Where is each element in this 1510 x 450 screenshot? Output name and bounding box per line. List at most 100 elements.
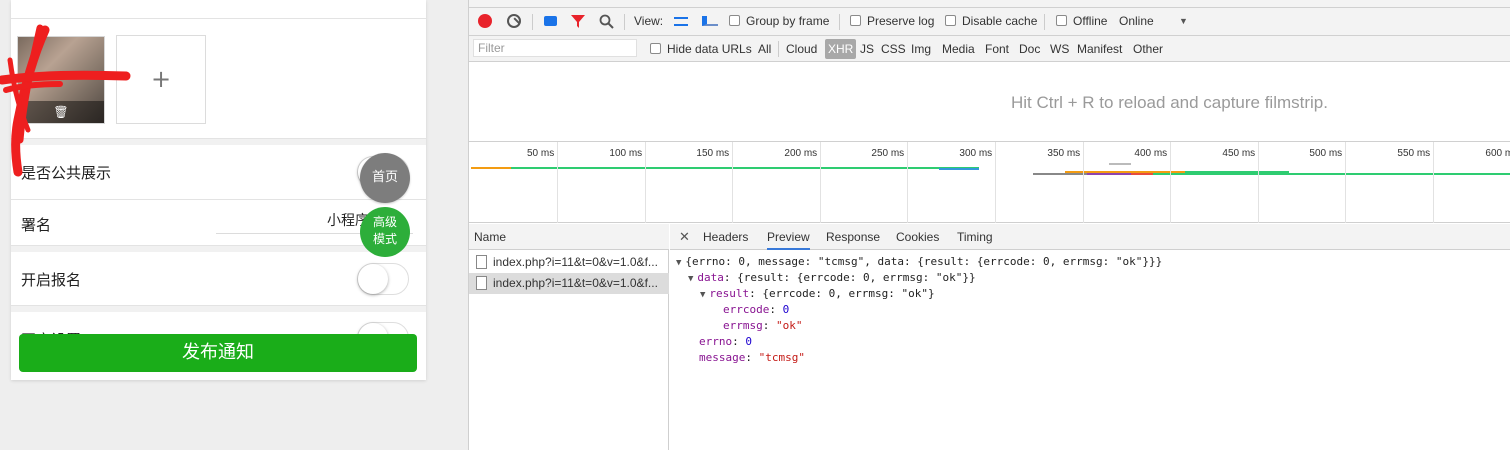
divider: [11, 199, 426, 200]
throttling-dropdown-icon[interactable]: ▼: [1179, 8, 1188, 34]
expand-triangle-icon[interactable]: ▼: [700, 290, 705, 300]
timeline-tick-label: 350 ms: [1047, 148, 1081, 159]
filter-type-other[interactable]: Other: [1133, 39, 1163, 59]
timeline-tick-label: 550 ms: [1397, 148, 1431, 159]
json-value: "tcmsg": [758, 351, 805, 364]
json-errmsg-line: errmsg: "ok": [723, 319, 803, 332]
timeline-bar-stalled: [1033, 173, 1087, 175]
request-name-column: Name index.php?i=11&t=0&v=1.0&f... index…: [469, 224, 669, 450]
filter-icon[interactable]: [571, 15, 585, 28]
filter-type-js[interactable]: JS: [860, 39, 874, 59]
timeline-tick-label: 100 ms: [609, 148, 643, 159]
request-detail-pane: ✕ Headers Preview Response Cookies Timin…: [670, 224, 1510, 450]
timeline-gridline: [1433, 142, 1434, 223]
timeline-gridline: [1258, 142, 1259, 223]
view-label: View:: [634, 14, 664, 28]
timeline-tick-label: 200 ms: [784, 148, 818, 159]
timeline-gridline: [557, 142, 558, 223]
timeline-bar-request-3: [1153, 173, 1510, 175]
detail-tabs: ✕ Headers Preview Response Cookies Timin…: [670, 224, 1510, 250]
throttling-select[interactable]: Online: [1119, 8, 1154, 34]
timeline-tick-label: 400 ms: [1134, 148, 1168, 159]
filter-input[interactable]: Filter: [473, 39, 637, 57]
timeline-gridline: [907, 142, 908, 223]
delete-icon[interactable]: 🗑: [18, 101, 104, 123]
search-icon[interactable]: [599, 14, 614, 29]
filmstrip-area: Hit Ctrl + R to reload and capture films…: [469, 62, 1510, 142]
disable-cache-checkbox[interactable]: Disable cache: [945, 8, 1037, 34]
panel-tabs-strip: [469, 0, 1510, 8]
advanced-line-2: 模式: [372, 232, 397, 246]
timeline-gridline: [995, 142, 996, 223]
name-column-header[interactable]: Name: [469, 224, 669, 250]
preserve-log-checkbox[interactable]: Preserve log: [850, 8, 934, 34]
filter-type-doc[interactable]: Doc: [1019, 39, 1040, 59]
expand-triangle-icon[interactable]: ▼: [676, 258, 681, 268]
checkbox-box: [729, 15, 740, 26]
offline-checkbox[interactable]: Offline: [1056, 8, 1107, 34]
filter-type-media[interactable]: Media: [942, 39, 975, 59]
tab-cookies[interactable]: Cookies: [896, 224, 939, 250]
filter-type-xhr[interactable]: XHR: [825, 39, 857, 59]
filter-type-cloud[interactable]: Cloud: [786, 39, 817, 59]
timeline-tick-label: 300 ms: [959, 148, 993, 159]
divider: [624, 14, 625, 30]
filter-type-all[interactable]: All: [758, 39, 771, 59]
json-data-line[interactable]: ▼ data: {result: {errcode: 0, errmsg: "ok…: [688, 270, 976, 287]
expand-triangle-icon[interactable]: ▼: [688, 274, 693, 284]
filter-type-css[interactable]: CSS: [881, 39, 906, 59]
json-key: errmsg: [723, 319, 763, 332]
json-message-line: message: "tcmsg": [699, 351, 805, 364]
file-icon: [476, 276, 487, 290]
json-result-line[interactable]: ▼ result: {errcode: 0, errmsg: "ok"}: [700, 286, 935, 303]
file-icon: [476, 255, 487, 269]
divider: [11, 18, 426, 19]
preserve-log-label: Preserve log: [867, 14, 935, 28]
tab-preview[interactable]: Preview: [767, 224, 810, 250]
filter-type-font[interactable]: Font: [985, 39, 1009, 59]
tab-headers[interactable]: Headers: [703, 224, 748, 250]
record-icon[interactable]: [478, 14, 492, 28]
section-gap: [11, 139, 426, 145]
disable-cache-label: Disable cache: [962, 14, 1038, 28]
timeline-overview[interactable]: 50 ms 100 ms 150 ms 200 ms 250 ms 300 ms 350 m…: [469, 142, 1510, 223]
filter-type-img[interactable]: Img: [911, 39, 931, 59]
tab-response[interactable]: Response: [826, 224, 880, 250]
checkbox-box: [850, 15, 861, 26]
group-by-frame-label: Group by frame: [746, 14, 830, 28]
checkbox-box: [945, 15, 956, 26]
public-display-label: 是否公共展示: [21, 164, 112, 182]
json-errcode-line: errcode: 0: [723, 303, 790, 316]
registration-toggle[interactable]: [357, 263, 409, 295]
hide-data-urls-checkbox[interactable]: Hide data URLs: [650, 39, 752, 59]
request-row-selected[interactable]: index.php?i=11&t=0&v=1.0&f...: [469, 273, 669, 294]
publish-button[interactable]: 发布通知: [19, 334, 417, 372]
close-icon[interactable]: ✕: [679, 224, 690, 250]
timeline-tick-label: 450 ms: [1222, 148, 1256, 159]
screenshot-camera-icon[interactable]: [544, 16, 557, 26]
divider: [778, 41, 779, 57]
add-image-button[interactable]: +: [116, 35, 206, 124]
uploaded-image-thumbnail[interactable]: 🗑: [17, 36, 105, 124]
timeline-bar-marker: [1109, 163, 1131, 165]
filter-type-ws[interactable]: WS: [1050, 39, 1069, 59]
timeline-tick-label: 600 ms: [1485, 148, 1510, 159]
group-by-frame-checkbox[interactable]: Group by frame: [729, 8, 829, 34]
json-key: message: [699, 351, 746, 364]
request-row[interactable]: index.php?i=11&t=0&v=1.0&f...: [469, 252, 669, 273]
json-value: 0: [782, 303, 790, 316]
tab-timing[interactable]: Timing: [957, 224, 993, 250]
large-rows-icon[interactable]: [674, 17, 688, 26]
timeline-bar-ssl: [1131, 173, 1153, 175]
request-name: index.php?i=11&t=0&v=1.0&f...: [493, 276, 658, 290]
timeline-gridline: [820, 142, 821, 223]
float-home-button[interactable]: 首页: [360, 153, 410, 203]
checkbox-box: [650, 43, 661, 54]
filter-type-manifest[interactable]: Manifest: [1077, 39, 1122, 59]
toggle-knob: [358, 264, 388, 294]
overview-waterfall-icon[interactable]: [702, 16, 718, 26]
float-advanced-mode-button[interactable]: 高级 模式: [360, 207, 410, 257]
timeline-tick-label: 250 ms: [871, 148, 905, 159]
timeline-gridline: [1345, 142, 1346, 223]
json-root-line[interactable]: ▼ {errno: 0, message: "tcmsg", data: {res…: [676, 254, 1162, 271]
